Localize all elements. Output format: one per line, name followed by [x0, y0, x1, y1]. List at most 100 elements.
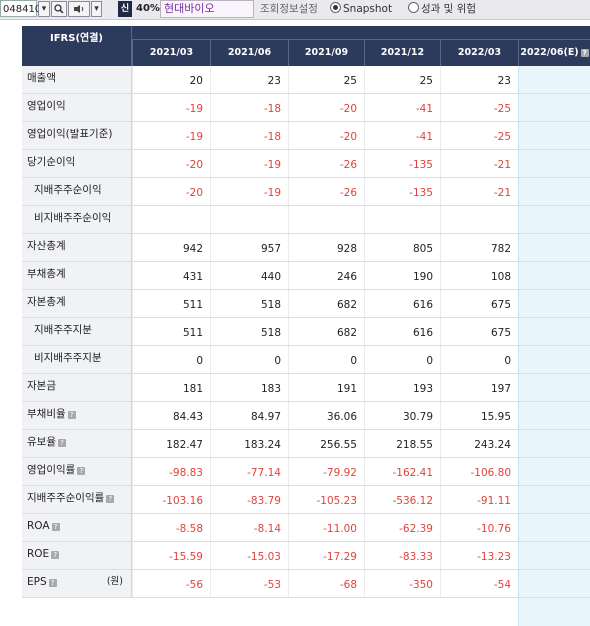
table-cell [132, 206, 210, 233]
table-row: 자본금 181 183 191 193 197 [22, 374, 590, 402]
table-cell: -19 [210, 178, 288, 205]
options-label: 조회정보설정 [260, 3, 318, 15]
table-cell: 440 [210, 262, 288, 289]
row-label-text: 자본총계 [27, 296, 66, 308]
table-cell: -135 [364, 178, 440, 205]
table-cell: -98.83 [132, 458, 210, 485]
period-header: 2021/12 [364, 40, 440, 66]
table-cell: 256.55 [288, 430, 364, 457]
table-cell: -162.41 [364, 458, 440, 485]
table-cell: 197 [440, 374, 518, 401]
company-name-field[interactable]: 현대바이오 [160, 0, 254, 18]
table-cell: -79.92 [288, 458, 364, 485]
table-cell: -350 [364, 570, 440, 597]
table-cell: -68 [288, 570, 364, 597]
table-cell [288, 206, 364, 233]
table-cell: 84.97 [210, 402, 288, 429]
help-icon[interactable]: ? [580, 49, 589, 57]
table-cell: -135 [364, 150, 440, 177]
new-badge[interactable]: 신 [118, 1, 132, 17]
row-label[interactable]: 유보율? [22, 430, 132, 457]
ifrs-basis-label: IFRS(연결) [22, 26, 132, 66]
table-cell: -103.16 [132, 486, 210, 513]
table-cell: -105.23 [288, 486, 364, 513]
table-cell: 957 [210, 234, 288, 261]
table-cell: -41 [364, 94, 440, 121]
row-label: 영업이익(발표기준) [22, 122, 132, 149]
table-cell: -54 [440, 570, 518, 597]
period-header: 2021/06 [210, 40, 288, 66]
radio-performance-label: 성과 및 위험 [421, 3, 476, 15]
search-icon[interactable] [51, 1, 67, 17]
row-label: 지배주주순이익 [22, 178, 132, 205]
stock-code-input[interactable]: 048410 [0, 0, 41, 17]
table-cell: 108 [440, 262, 518, 289]
row-label[interactable]: 부채비율? [22, 402, 132, 429]
table-cell: -83.33 [364, 542, 440, 569]
period-header: 2021/03 [132, 40, 210, 66]
row-label-text: 자산총계 [27, 240, 66, 252]
table-cell: 218.55 [364, 430, 440, 457]
sound-icon[interactable] [68, 1, 90, 17]
help-icon[interactable]: ? [51, 551, 60, 559]
row-label[interactable]: 영업이익률? [22, 458, 132, 485]
table-row: 지배주주순이익률? -103.16 -83.79 -105.23 -536.12 -91.… [22, 486, 590, 514]
table-cell: -19 [132, 122, 210, 149]
help-icon[interactable]: ? [51, 523, 60, 531]
table-cell: -536.12 [364, 486, 440, 513]
table-cell: -25 [440, 94, 518, 121]
row-label: 자산총계 [22, 234, 132, 261]
table-cell: -26 [288, 178, 364, 205]
help-icon[interactable]: ? [106, 495, 115, 503]
row-label-text: 지배주주지분 [34, 324, 92, 336]
row-label-text: 부채총계 [27, 268, 66, 280]
table-cell: -19 [132, 94, 210, 121]
menu-dropdown-icon[interactable]: ▾ [91, 1, 102, 17]
table-cell: 431 [132, 262, 210, 289]
row-label: 영업이익 [22, 94, 132, 121]
table-cell: 675 [440, 318, 518, 345]
table-row: 지배주주순이익 -20 -19 -26 -135 -21 [22, 178, 590, 206]
row-label-text: 비지배주주순이익 [34, 212, 112, 224]
table-cell: -11.00 [288, 514, 364, 541]
help-icon[interactable]: ? [48, 579, 57, 587]
row-label[interactable]: ROE? [22, 542, 132, 569]
table-row: 당기순이익 -20 -19 -26 -135 -21 [22, 150, 590, 178]
table-cell: 616 [364, 318, 440, 345]
table-cell: -18 [210, 94, 288, 121]
row-label: 비지배주주순이익 [22, 206, 132, 233]
row-label-text: 유보율 [27, 436, 56, 448]
row-label-text: 당기순이익 [27, 156, 76, 168]
help-icon[interactable]: ? [77, 467, 86, 475]
row-label[interactable]: ROA? [22, 514, 132, 541]
table-cell: 518 [210, 318, 288, 345]
row-label[interactable]: EPS? (원) [22, 570, 132, 597]
dropdown-arrow-icon[interactable]: ▾ [38, 1, 50, 17]
table-cell: 15.95 [440, 402, 518, 429]
row-label-text: ROE [27, 548, 50, 560]
table-cell: -41 [364, 122, 440, 149]
table-cell: -77.14 [210, 458, 288, 485]
toolbar: 048410 ▾ ▾ 신 40% 현대바이오 조회정보설정 Snapshot 성… [0, 0, 590, 20]
table-cell: 675 [440, 290, 518, 317]
table-cell: 25 [288, 66, 364, 93]
table-row: 부채총계 431 440 246 190 108 [22, 262, 590, 290]
table-cell: 0 [440, 346, 518, 373]
table-cell: 616 [364, 290, 440, 317]
table-row: 자산총계 942 957 928 805 782 [22, 234, 590, 262]
radio-performance[interactable]: 성과 및 위험 [408, 0, 476, 18]
table-cell: -13.23 [440, 542, 518, 569]
row-label[interactable]: 지배주주순이익률? [22, 486, 132, 513]
table-cell: 23 [440, 66, 518, 93]
table-row: 영업이익(발표기준) -19 -18 -20 -41 -25 [22, 122, 590, 150]
radio-snapshot[interactable]: Snapshot [330, 0, 392, 18]
table-cell: 23 [210, 66, 288, 93]
period-header: 2021/09 [288, 40, 364, 66]
table-cell: 30.79 [364, 402, 440, 429]
table-cell: 193 [364, 374, 440, 401]
help-icon[interactable]: ? [67, 411, 76, 419]
table-cell: 0 [132, 346, 210, 373]
table-cell: -19 [210, 150, 288, 177]
help-icon[interactable]: ? [57, 439, 66, 447]
table-cell: -20 [288, 122, 364, 149]
